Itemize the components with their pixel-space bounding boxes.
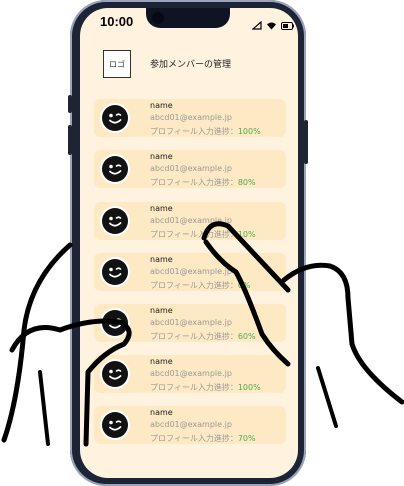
member-name: name <box>150 357 173 366</box>
progress-value: 100% <box>237 127 261 136</box>
progress-value: 80% <box>237 178 256 187</box>
member-email: abcd01@example.jp <box>150 420 232 429</box>
progress-value: 100% <box>237 383 261 392</box>
progress-label: プロフィール入力進捗： <box>150 230 238 239</box>
status-time: 10:00 <box>100 14 134 29</box>
member-name: name <box>150 204 173 213</box>
progress-label: プロフィール入力進捗： <box>150 127 238 136</box>
wifi-icon <box>266 15 277 34</box>
member-name: name <box>150 152 173 161</box>
progress-value: 60% <box>237 332 256 341</box>
wink-face-icon <box>102 105 128 131</box>
member-email: abcd01@example.jp <box>150 369 232 378</box>
member-progress: プロフィール入力進捗：60% <box>150 331 256 342</box>
member-progress: プロフィール入力進捗：80% <box>150 177 256 188</box>
progress-label: プロフィール入力進捗： <box>150 281 238 290</box>
left-finger-outline <box>38 370 50 446</box>
member-email: abcd01@example.jp <box>150 267 232 276</box>
progress-value: 10% <box>237 230 256 239</box>
member-progress: プロフィール入力進捗：100% <box>150 126 261 137</box>
phone-power-button <box>304 120 308 164</box>
phone-side-button <box>68 95 72 113</box>
status-icons <box>251 15 294 34</box>
page-title: 参加メンバーの管理 <box>150 60 232 70</box>
wink-face-icon <box>102 412 128 438</box>
member-progress: プロフィール入力進捗：10% <box>150 229 256 240</box>
wink-face-icon <box>102 208 128 234</box>
progress-label: プロフィール入力進捗： <box>150 383 238 392</box>
member-email: abcd01@example.jp <box>150 216 232 225</box>
member-card[interactable]: name abcd01@example.jp プロフィール入力進捗：100% <box>94 99 286 137</box>
progress-label: プロフィール入力進捗： <box>150 332 238 341</box>
member-card[interactable]: name abcd01@example.jp プロフィール入力進捗：60% <box>94 304 286 342</box>
progress-value: 0% <box>237 281 251 290</box>
wink-face-icon <box>102 156 128 182</box>
member-card[interactable]: name abcd01@example.jp プロフィール入力進捗：70% <box>94 406 286 444</box>
battery-icon <box>281 15 294 34</box>
member-email: abcd01@example.jp <box>150 113 232 122</box>
progress-label: プロフィール入力進捗： <box>150 178 238 187</box>
phone-side-button <box>68 125 72 155</box>
signal-icon <box>251 15 262 34</box>
member-card[interactable]: name abcd01@example.jp プロフィール入力進捗：10% <box>94 202 286 240</box>
member-card[interactable]: name abcd01@example.jp プロフィール入力進捗：0% <box>94 253 286 291</box>
member-progress: プロフィール入力進捗：100% <box>150 382 261 393</box>
app-logo[interactable]: ロゴ <box>103 50 131 78</box>
member-name: name <box>150 255 173 264</box>
member-email: abcd01@example.jp <box>150 318 232 327</box>
member-name: name <box>150 101 173 110</box>
member-card[interactable]: name abcd01@example.jp プロフィール入力進捗：100% <box>94 355 286 393</box>
member-progress: プロフィール入力進捗：0% <box>150 280 251 291</box>
wink-face-icon <box>102 361 128 387</box>
wink-face-icon <box>102 310 128 336</box>
member-email: abcd01@example.jp <box>150 164 232 173</box>
member-name: name <box>150 408 173 417</box>
wink-face-icon <box>102 259 128 285</box>
front-camera <box>152 12 164 24</box>
member-progress: プロフィール入力進捗：70% <box>150 433 256 444</box>
member-name: name <box>150 306 173 315</box>
member-card[interactable]: name abcd01@example.jp プロフィール入力進捗：80% <box>94 150 286 188</box>
progress-label: プロフィール入力進捗： <box>150 434 238 443</box>
left-hand-outline <box>1 242 73 443</box>
right-wrist-outline <box>316 366 338 428</box>
progress-value: 70% <box>237 434 256 443</box>
